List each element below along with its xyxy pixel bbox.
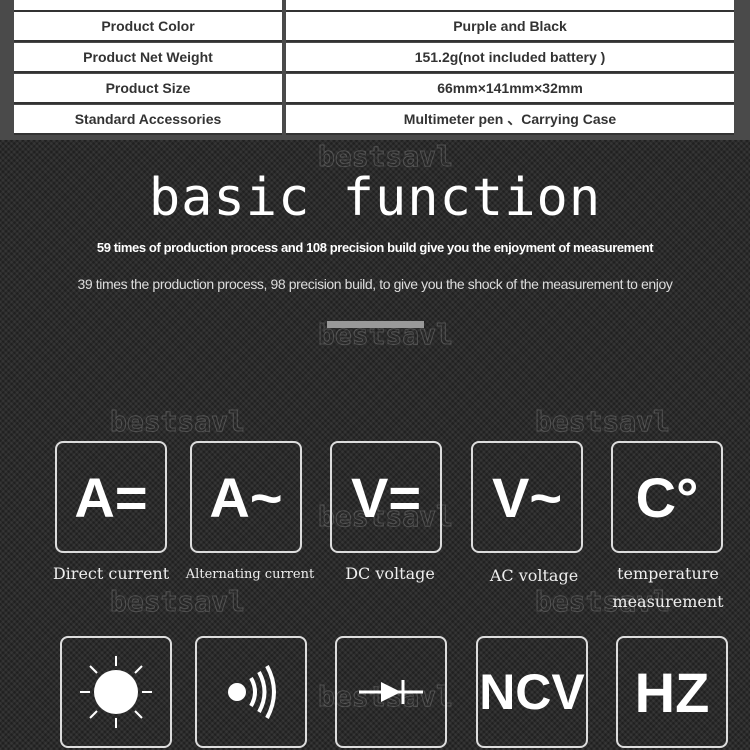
- function-label: DC voltage: [345, 564, 435, 583]
- spec-label: Standard Accessories: [14, 105, 282, 135]
- spec-label: Product Size: [14, 74, 282, 104]
- ncv-icon: NCV: [476, 636, 588, 748]
- watermark: bestsavl: [110, 585, 246, 619]
- section-subtitle: 59 times of production process and 108 p…: [96, 240, 654, 255]
- spec-row: Product Net Weight 151.2g(not included ba…: [14, 43, 734, 73]
- spec-row: Product Size 66mm×141mm×32mm: [14, 74, 734, 104]
- spec-row: Standard Accessories Multimeter pen 、Carr…: [14, 105, 734, 135]
- spec-label: Product Color: [14, 12, 282, 42]
- diode-icon: [335, 636, 447, 748]
- watermark: bestsavl: [110, 405, 246, 439]
- ac-current-icon: A~: [190, 441, 302, 553]
- function-label: temperature measurement: [612, 564, 724, 611]
- dc-voltage-icon: V=: [330, 441, 442, 553]
- temperature-icon: C°: [611, 441, 723, 553]
- spec-value: 66mm×141mm×32mm: [286, 74, 734, 104]
- spec-row-cut: [14, 0, 734, 12]
- function-label: Direct current: [52, 564, 170, 583]
- continuity-buzzer-icon: [195, 636, 307, 748]
- frequency-icon: HZ: [616, 636, 728, 748]
- dc-current-icon: A=: [55, 441, 167, 553]
- function-label: Alternating current: [185, 567, 315, 582]
- backlight-icon: [60, 636, 172, 748]
- section-description: 39 times the production process, 98 prec…: [77, 276, 673, 292]
- spec-value: Multimeter pen 、Carrying Case: [286, 105, 734, 135]
- spec-value: 151.2g(not included battery ): [286, 43, 734, 73]
- divider: [327, 321, 424, 328]
- watermark: bestsavl: [535, 405, 671, 439]
- spec-value: Purple and Black: [286, 12, 734, 42]
- section-title: basic function: [148, 168, 602, 228]
- spec-label: Product Net Weight: [14, 43, 282, 73]
- spec-row: Product Color Purple and Black: [14, 12, 734, 42]
- ac-voltage-icon: V~: [471, 441, 583, 553]
- spec-table: Product Color Purple and Black Product Ne…: [0, 0, 750, 140]
